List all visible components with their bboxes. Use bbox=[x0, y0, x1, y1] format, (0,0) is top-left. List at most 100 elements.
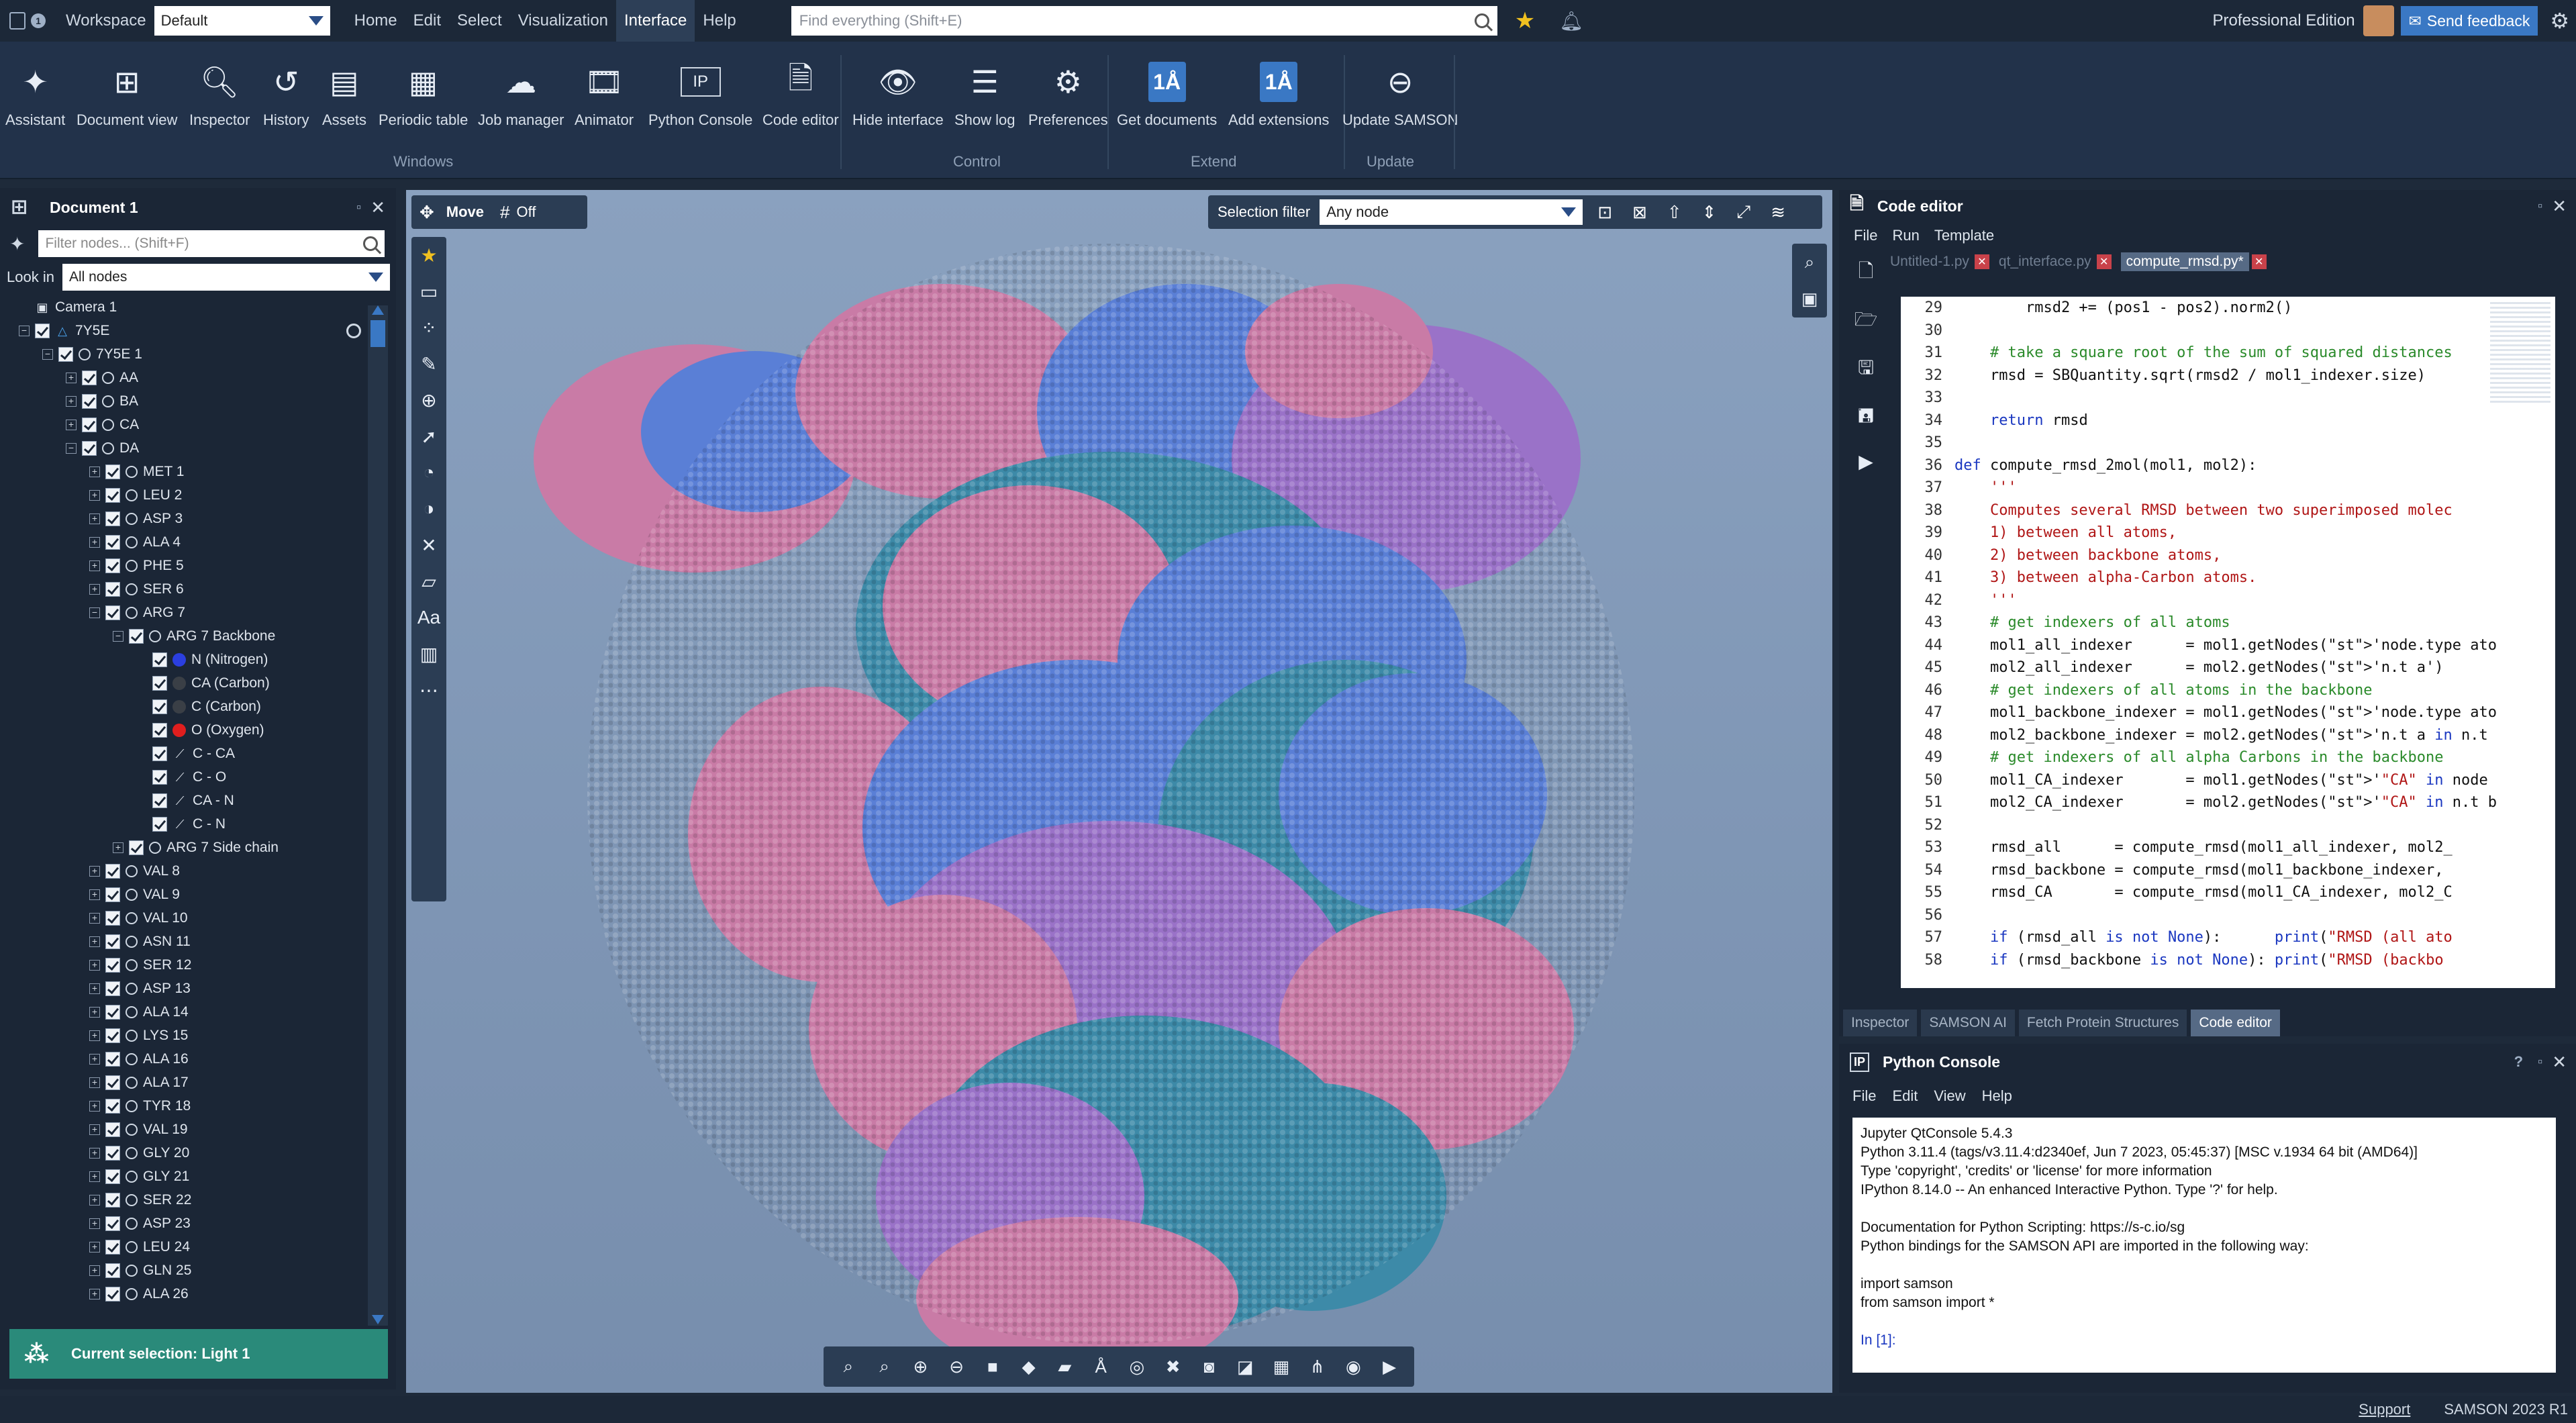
close-icon[interactable]: ✕ bbox=[370, 197, 385, 218]
code-line[interactable]: 57 if (rmsd_all is not None): print("RMS… bbox=[1901, 926, 2555, 949]
code-line[interactable]: 39 1) between all atoms, bbox=[1901, 522, 2555, 544]
zoom-view-icon[interactable]: ⌕ bbox=[1805, 252, 1815, 273]
visibility-checkbox[interactable] bbox=[82, 440, 97, 456]
perspective-icon[interactable]: ◆ bbox=[1015, 1353, 1042, 1380]
menu-visualization[interactable]: Visualization bbox=[510, 0, 616, 42]
visibility-checkbox[interactable] bbox=[105, 487, 120, 503]
select-children-icon[interactable]: ⇕ bbox=[1702, 202, 1717, 223]
expand-icon[interactable]: + bbox=[89, 1147, 100, 1159]
console-menu-edit[interactable]: Edit bbox=[1892, 1087, 1918, 1105]
float-icon[interactable]: ▫ bbox=[2538, 199, 2542, 214]
console-prompt[interactable]: In [1]: bbox=[1861, 1331, 2548, 1350]
snap-label[interactable]: Off bbox=[517, 203, 536, 221]
tree-row[interactable]: + ASP 23 bbox=[0, 1212, 368, 1235]
tree-row[interactable]: − ARG 7 Backbone bbox=[0, 624, 368, 648]
visibility-checkbox[interactable] bbox=[105, 605, 120, 620]
visibility-checkbox[interactable] bbox=[105, 1192, 120, 1208]
tree-row[interactable]: + ASP 13 bbox=[0, 977, 368, 1000]
expand-icon[interactable]: + bbox=[89, 1171, 100, 1182]
visibility-checkbox[interactable] bbox=[105, 910, 120, 926]
visibility-checkbox[interactable] bbox=[35, 323, 50, 338]
visibility-checkbox[interactable] bbox=[105, 957, 120, 973]
visibility-checkbox[interactable] bbox=[105, 558, 120, 573]
twist-icon[interactable]: ◑ bbox=[411, 491, 446, 527]
code-line[interactable]: 54 rmsd_backbone = compute_rmsd(mol1_bac… bbox=[1901, 859, 2555, 882]
tree-row[interactable]: + BA bbox=[0, 389, 368, 413]
tree-row[interactable]: + GLN 25 bbox=[0, 1259, 368, 1282]
visibility-checkbox[interactable] bbox=[105, 534, 120, 550]
code-line[interactable]: 55 rmsd_CA = compute_rmsd(mol1_CA_indexe… bbox=[1901, 881, 2555, 904]
tab-fetch-protein[interactable]: Fetch Protein Structures bbox=[2018, 1010, 2187, 1036]
expand-icon[interactable]: + bbox=[89, 1124, 100, 1135]
periodic-table-button[interactable]: ▦ Periodic table bbox=[379, 60, 468, 129]
expand-icon[interactable]: + bbox=[89, 865, 100, 877]
expand-icon[interactable]: + bbox=[89, 1030, 100, 1041]
visibility-checkbox[interactable] bbox=[105, 1051, 120, 1067]
code-line[interactable]: 58 if (rmsd_backbone is not None): print… bbox=[1901, 949, 2555, 972]
visibility-checkbox[interactable] bbox=[105, 1239, 120, 1255]
visibility-checkbox[interactable] bbox=[105, 1169, 120, 1184]
code-line[interactable]: 44 mol1_all_indexer = mol1.getNodes("st"… bbox=[1901, 634, 2555, 657]
collapse-icon[interactable]: − bbox=[66, 442, 77, 454]
code-line[interactable]: 50 mol1_CA_indexer = mol1.getNodes("st">… bbox=[1901, 769, 2555, 792]
expand-icon[interactable]: + bbox=[89, 1100, 100, 1112]
search-icon[interactable] bbox=[1474, 13, 1489, 28]
star-icon[interactable]: ★ bbox=[1515, 7, 1535, 34]
lookin-select[interactable]: All nodes bbox=[62, 264, 390, 291]
tree-row[interactable]: + VAL 10 bbox=[0, 906, 368, 930]
orbit-icon[interactable]: ◎ bbox=[1124, 1353, 1150, 1380]
workspace-select[interactable]: Default bbox=[154, 6, 330, 36]
code-editor-button[interactable]: 🗎 Code editor bbox=[762, 60, 839, 129]
tree-row[interactable]: ▣ Camera 1 bbox=[0, 295, 368, 319]
expand-selection-icon[interactable]: ⤢ bbox=[1736, 201, 1750, 223]
brush-icon[interactable]: ✎ bbox=[411, 346, 446, 382]
tree-row[interactable]: + MET 1 bbox=[0, 460, 368, 483]
target-icon[interactable] bbox=[346, 323, 361, 338]
close-tab-icon[interactable]: ✕ bbox=[1974, 254, 1989, 269]
tree-row[interactable]: + LEU 24 bbox=[0, 1235, 368, 1259]
tree-row[interactable]: + ALA 26 bbox=[0, 1282, 368, 1306]
invert-selection-icon[interactable]: ≋ bbox=[1771, 202, 1785, 223]
expand-icon[interactable]: + bbox=[89, 889, 100, 900]
rotate-icon[interactable]: ◔ bbox=[411, 454, 446, 491]
scroll-up-icon[interactable] bbox=[372, 305, 384, 315]
float-icon[interactable]: ▫ bbox=[2538, 1054, 2542, 1070]
tree-row[interactable]: CA (Carbon) bbox=[0, 671, 368, 695]
code-line[interactable]: 46 # get indexers of all atoms in the ba… bbox=[1901, 679, 2555, 702]
filter-input[interactable]: Filter nodes... (Shift+F) bbox=[38, 230, 385, 257]
tab-compute-rmsd[interactable]: compute_rmsd.py* bbox=[2120, 252, 2249, 271]
tree-row[interactable]: N (Nitrogen) bbox=[0, 648, 368, 671]
visibility-checkbox[interactable] bbox=[105, 887, 120, 902]
expand-icon[interactable]: + bbox=[89, 983, 100, 994]
visibility-checkbox[interactable] bbox=[58, 346, 73, 362]
expand-icon[interactable]: + bbox=[89, 513, 100, 524]
script-icon[interactable]: ▣ bbox=[1801, 289, 1818, 309]
save-icon[interactable]: 🖫 bbox=[1858, 354, 1874, 386]
expand-icon[interactable]: + bbox=[89, 583, 100, 595]
tree-row[interactable]: + TYR 18 bbox=[0, 1094, 368, 1118]
visibility-checkbox[interactable] bbox=[82, 393, 97, 409]
code-line[interactable]: 52 bbox=[1901, 814, 2555, 837]
animator-button[interactable]: 🎞︎ Animator bbox=[575, 60, 634, 129]
expand-icon[interactable]: + bbox=[89, 1241, 100, 1253]
visibility-checkbox[interactable] bbox=[105, 863, 120, 879]
send-feedback-button[interactable]: ✉ Send feedback bbox=[2400, 6, 2538, 36]
select-group-icon[interactable]: ⊡ bbox=[1597, 202, 1612, 223]
rectangle-select-icon[interactable]: ▭ bbox=[411, 273, 446, 309]
tree-row[interactable]: C (Carbon) bbox=[0, 695, 368, 718]
visibility-checkbox[interactable] bbox=[105, 934, 120, 949]
expand-icon[interactable]: + bbox=[89, 1218, 100, 1229]
expand-icon[interactable]: + bbox=[89, 959, 100, 971]
assets-button[interactable]: ▤ Assets bbox=[322, 60, 366, 129]
python-console-button[interactable]: IP Python Console bbox=[648, 60, 752, 129]
console-menu-view[interactable]: View bbox=[1934, 1087, 1965, 1105]
code-line[interactable]: 42 ''' bbox=[1901, 589, 2555, 612]
tree-row[interactable]: + ALA 16 bbox=[0, 1047, 368, 1071]
code-line[interactable]: 53 rmsd_all = compute_rmsd(mol1_all_inde… bbox=[1901, 836, 2555, 859]
menu-home[interactable]: Home bbox=[346, 0, 405, 42]
console-menu-file[interactable]: File bbox=[1852, 1087, 1876, 1105]
play-icon[interactable]: ▶ bbox=[1376, 1353, 1403, 1380]
visibility-checkbox[interactable] bbox=[152, 769, 167, 785]
collapse-icon[interactable]: − bbox=[42, 348, 53, 360]
avatar[interactable] bbox=[2363, 5, 2394, 36]
